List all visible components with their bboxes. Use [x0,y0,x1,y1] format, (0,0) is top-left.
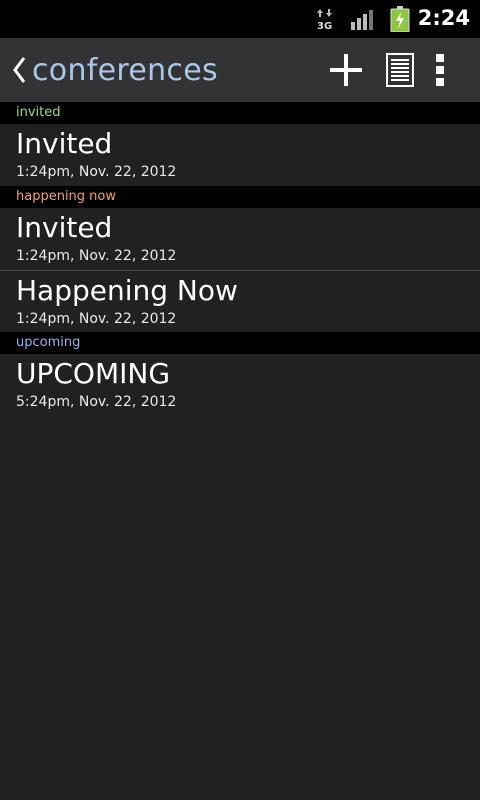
item-timestamp: 1:24pm, Nov. 22, 2012 [16,311,177,327]
status-time: 2:24 [417,6,470,30]
section-header-happening-now: happening now [0,186,480,208]
item-title: Invited [16,127,113,160]
list-item[interactable]: Happening Now 1:24pm, Nov. 22, 2012 [0,270,480,332]
up-navigation[interactable]: conferences [10,38,220,102]
item-title: Happening Now [16,274,238,307]
svg-text:3G: 3G [317,21,332,30]
item-timestamp: 1:24pm, Nov. 22, 2012 [16,248,177,264]
section-header-upcoming: upcoming [0,332,480,354]
list-item[interactable]: Invited 1:24pm, Nov. 22, 2012 [0,124,480,186]
item-timestamp: 5:24pm, Nov. 22, 2012 [16,394,177,410]
list-view-button[interactable] [378,38,422,102]
conference-list: invited Invited 1:24pm, Nov. 22, 2012 ha… [0,102,480,416]
signal-icon [351,10,373,30]
list-item[interactable]: Invited 1:24pm, Nov. 22, 2012 [0,208,480,270]
item-title: Invited [16,211,113,244]
chevron-left-icon [13,57,26,83]
action-bar: conferences [0,38,480,102]
item-timestamp: 1:24pm, Nov. 22, 2012 [16,164,177,180]
list-icon [386,53,414,87]
battery-charging-icon [390,6,410,32]
add-button[interactable] [322,38,370,102]
page-title: conferences [32,52,218,88]
overflow-icon [436,54,444,86]
section-header-invited: invited [0,102,480,124]
add-icon [330,54,362,86]
network-3g-icon: 3G [317,9,332,30]
status-bar: 3G 2:24 [0,0,480,38]
overflow-menu-button[interactable] [424,38,456,102]
item-title: UPCOMING [16,357,171,390]
list-item[interactable]: UPCOMING 5:24pm, Nov. 22, 2012 [0,354,480,416]
